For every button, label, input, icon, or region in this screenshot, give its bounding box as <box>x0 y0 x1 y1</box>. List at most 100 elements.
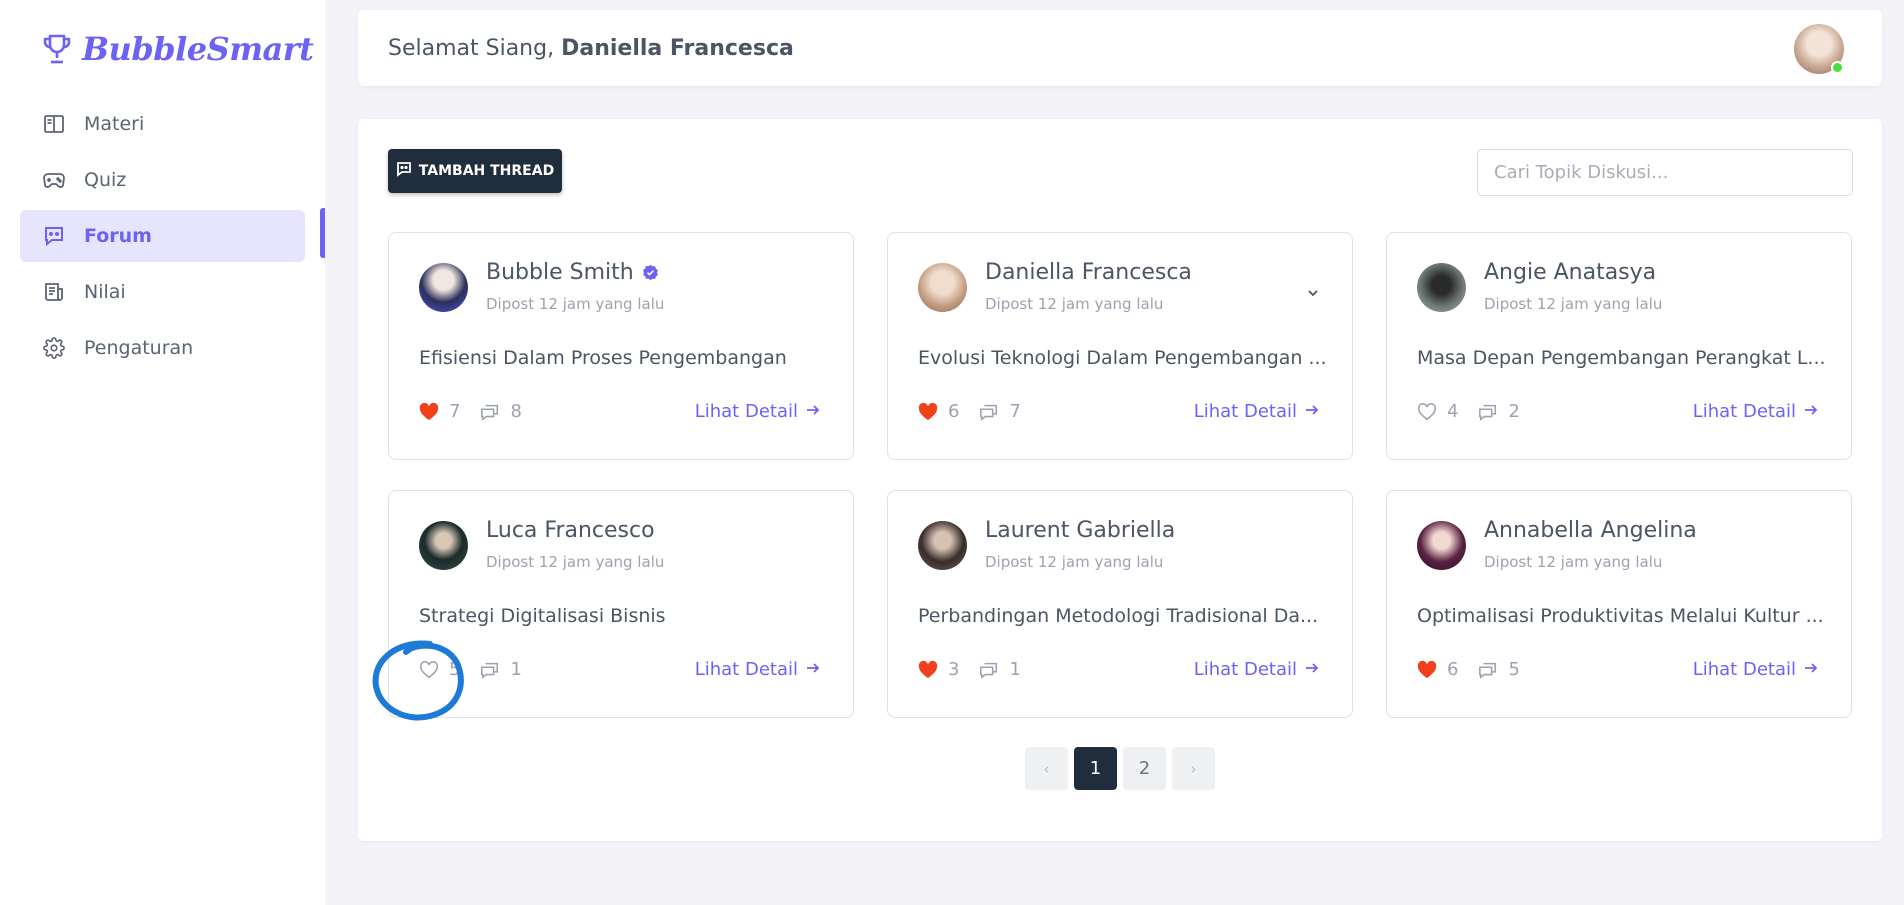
heart-filled-icon[interactable] <box>918 660 938 680</box>
thread-title: Masa Depan Pengembangan Perangkat L... <box>1417 347 1826 369</box>
thread-stats: 4 2 <box>1417 401 1540 422</box>
author-avatar[interactable] <box>918 521 967 570</box>
verified-badge-icon <box>642 264 659 281</box>
author-name[interactable]: Laurent Gabriella <box>985 518 1175 543</box>
view-detail-link[interactable]: Lihat Detail <box>1693 401 1818 422</box>
sidebar-item-nilai[interactable]: Nilai <box>20 266 305 318</box>
author-row: Bubble Smith <box>486 260 659 285</box>
view-detail-label: Lihat Detail <box>1193 401 1297 422</box>
thread-title: Optimalisasi Produktivitas Melalui Kultu… <box>1417 605 1824 627</box>
top-header: Selamat Siang, Daniella Francesca <box>358 10 1882 86</box>
heart-filled-icon[interactable] <box>1417 660 1437 680</box>
comment-icon[interactable] <box>979 660 999 680</box>
sidebar-item-forum[interactable]: Forum <box>20 210 305 262</box>
view-detail-link[interactable]: Lihat Detail <box>1693 659 1818 680</box>
view-detail-label: Lihat Detail <box>1692 659 1796 680</box>
author-avatar[interactable] <box>419 263 468 312</box>
heart-icon[interactable] <box>419 660 439 680</box>
comment-icon[interactable] <box>979 402 999 422</box>
arrow-right-icon <box>806 659 820 680</box>
report-icon <box>42 280 66 304</box>
comment-count: 1 <box>1009 659 1021 680</box>
author-avatar[interactable] <box>1417 521 1466 570</box>
pagination-page-1[interactable]: 1 <box>1074 747 1117 790</box>
sidebar-item-pengaturan[interactable]: Pengaturan <box>20 322 305 374</box>
sidebar-item-materi[interactable]: Materi <box>20 98 305 150</box>
search-input[interactable] <box>1477 149 1853 196</box>
view-detail-link[interactable]: Lihat Detail <box>1194 401 1319 422</box>
post-time: Dipost 12 jam yang lalu <box>985 295 1164 313</box>
comment-stat: 7 <box>979 401 1021 422</box>
author-avatar[interactable] <box>1417 263 1466 312</box>
gamepad-icon <box>42 168 66 192</box>
comment-icon[interactable] <box>1478 402 1498 422</box>
comment-count: 1 <box>510 659 522 680</box>
like-count: 4 <box>1447 401 1459 422</box>
thread-stats: 6 5 <box>1417 659 1540 680</box>
comment-count: 7 <box>1009 401 1021 422</box>
pagination-next-button[interactable]: › <box>1172 747 1215 790</box>
author-name[interactable]: Angie Anatasya <box>1484 260 1656 285</box>
like-stat: 6 <box>1417 659 1458 680</box>
comment-icon[interactable] <box>480 660 500 680</box>
thread-card[interactable]: Angie Anatasya Dipost 12 jam yang lalu M… <box>1386 232 1852 460</box>
thread-card[interactable]: Daniella Francesca Dipost 12 jam yang la… <box>887 232 1353 460</box>
comment-count: 2 <box>1508 401 1520 422</box>
author-name[interactable]: Daniella Francesca <box>985 260 1192 285</box>
view-detail-label: Lihat Detail <box>1193 659 1297 680</box>
greeting-text: Selamat Siang, Daniella Francesca <box>388 36 794 61</box>
pagination-page-2[interactable]: 2 <box>1123 747 1166 790</box>
post-time: Dipost 12 jam yang lalu <box>486 553 665 571</box>
sidebar-nav: Materi Quiz Forum Nilai Pengaturan <box>20 98 305 378</box>
like-stat: 3 <box>918 659 959 680</box>
author-name[interactable]: Bubble Smith <box>486 260 634 285</box>
view-detail-link[interactable]: Lihat Detail <box>1194 659 1319 680</box>
pagination-prev-button[interactable]: ‹ <box>1025 747 1068 790</box>
sidebar-item-quiz[interactable]: Quiz <box>20 154 305 206</box>
comment-stat: 1 <box>979 659 1021 680</box>
like-count: 7 <box>449 401 461 422</box>
like-stat: 6 <box>918 401 959 422</box>
brand-logo[interactable]: BubbleSmart <box>42 30 314 68</box>
view-detail-label: Lihat Detail <box>694 401 798 422</box>
post-time: Dipost 12 jam yang lalu <box>486 295 665 313</box>
comment-stat: 1 <box>480 659 522 680</box>
comment-stat: 8 <box>480 401 522 422</box>
comment-icon[interactable] <box>1478 660 1498 680</box>
author-avatar[interactable] <box>419 521 468 570</box>
sidebar-item-label: Quiz <box>84 169 127 191</box>
like-count: 6 <box>1447 659 1459 680</box>
thread-card[interactable]: Luca Francesco Dipost 12 jam yang lalu S… <box>388 490 854 718</box>
trophy-icon <box>42 32 72 66</box>
thread-stats: 7 8 <box>419 401 542 422</box>
view-detail-label: Lihat Detail <box>694 659 798 680</box>
user-avatar[interactable] <box>1794 24 1844 74</box>
thread-card[interactable]: Laurent Gabriella Dipost 12 jam yang lal… <box>887 490 1353 718</box>
arrow-right-icon <box>1804 659 1818 680</box>
online-status-dot <box>1831 61 1844 74</box>
arrow-right-icon <box>806 401 820 422</box>
heart-filled-icon[interactable] <box>419 402 439 422</box>
greeting-label: Selamat Siang, <box>388 35 555 61</box>
chevron-down-icon[interactable] <box>1306 285 1322 301</box>
view-detail-link[interactable]: Lihat Detail <box>695 659 820 680</box>
gear-icon <box>42 336 66 360</box>
author-name[interactable]: Annabella Angelina <box>1484 518 1697 543</box>
author-row: Angie Anatasya <box>1484 260 1656 285</box>
book-open-icon <box>42 112 66 136</box>
thread-stats: 3 1 <box>918 659 1041 680</box>
author-name[interactable]: Luca Francesco <box>486 518 655 543</box>
thread-card[interactable]: Annabella Angelina Dipost 12 jam yang la… <box>1386 490 1852 718</box>
view-detail-link[interactable]: Lihat Detail <box>695 401 820 422</box>
author-avatar[interactable] <box>918 263 967 312</box>
thread-stats: 6 7 <box>918 401 1041 422</box>
thread-card[interactable]: Bubble Smith Dipost 12 jam yang lalu Efi… <box>388 232 854 460</box>
author-row: Daniella Francesca <box>985 260 1192 285</box>
add-thread-button[interactable]: TAMBAH THREAD <box>388 149 562 193</box>
like-stat: 5 <box>419 659 460 680</box>
thread-stats: 5 1 <box>419 659 542 680</box>
heart-icon[interactable] <box>1417 402 1437 422</box>
comment-icon[interactable] <box>480 402 500 422</box>
arrow-right-icon <box>1305 401 1319 422</box>
heart-filled-icon[interactable] <box>918 402 938 422</box>
